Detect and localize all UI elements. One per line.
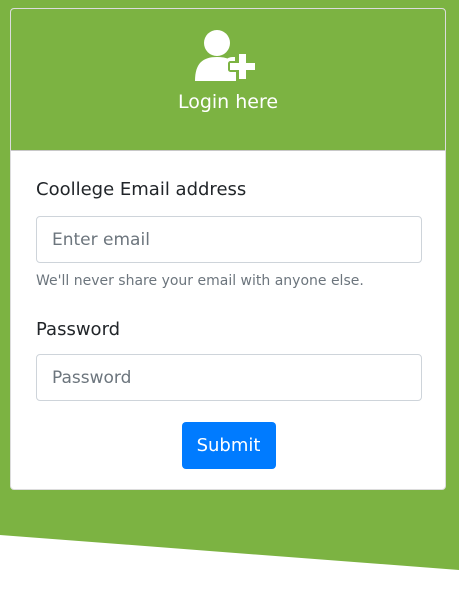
email-help-text: We'll never share your email with anyone… [36,273,364,289]
login-form: Coollege Email address We'll never share… [11,151,445,469]
button-row: Submit [36,422,421,469]
card-header: Login here [11,9,445,151]
email-group: Coollege Email address We'll never share… [36,178,422,290]
login-card: Login here Coollege Email address We'll … [10,8,446,490]
password-field[interactable] [36,354,422,401]
page-title: Login here [177,91,279,113]
email-label: Coollege Email address [36,179,247,200]
submit-button[interactable]: Submit [181,422,276,469]
password-group: Password [36,318,422,401]
password-label: Password [36,319,121,340]
email-field[interactable] [36,216,422,263]
user-plus-icon [195,30,257,81]
